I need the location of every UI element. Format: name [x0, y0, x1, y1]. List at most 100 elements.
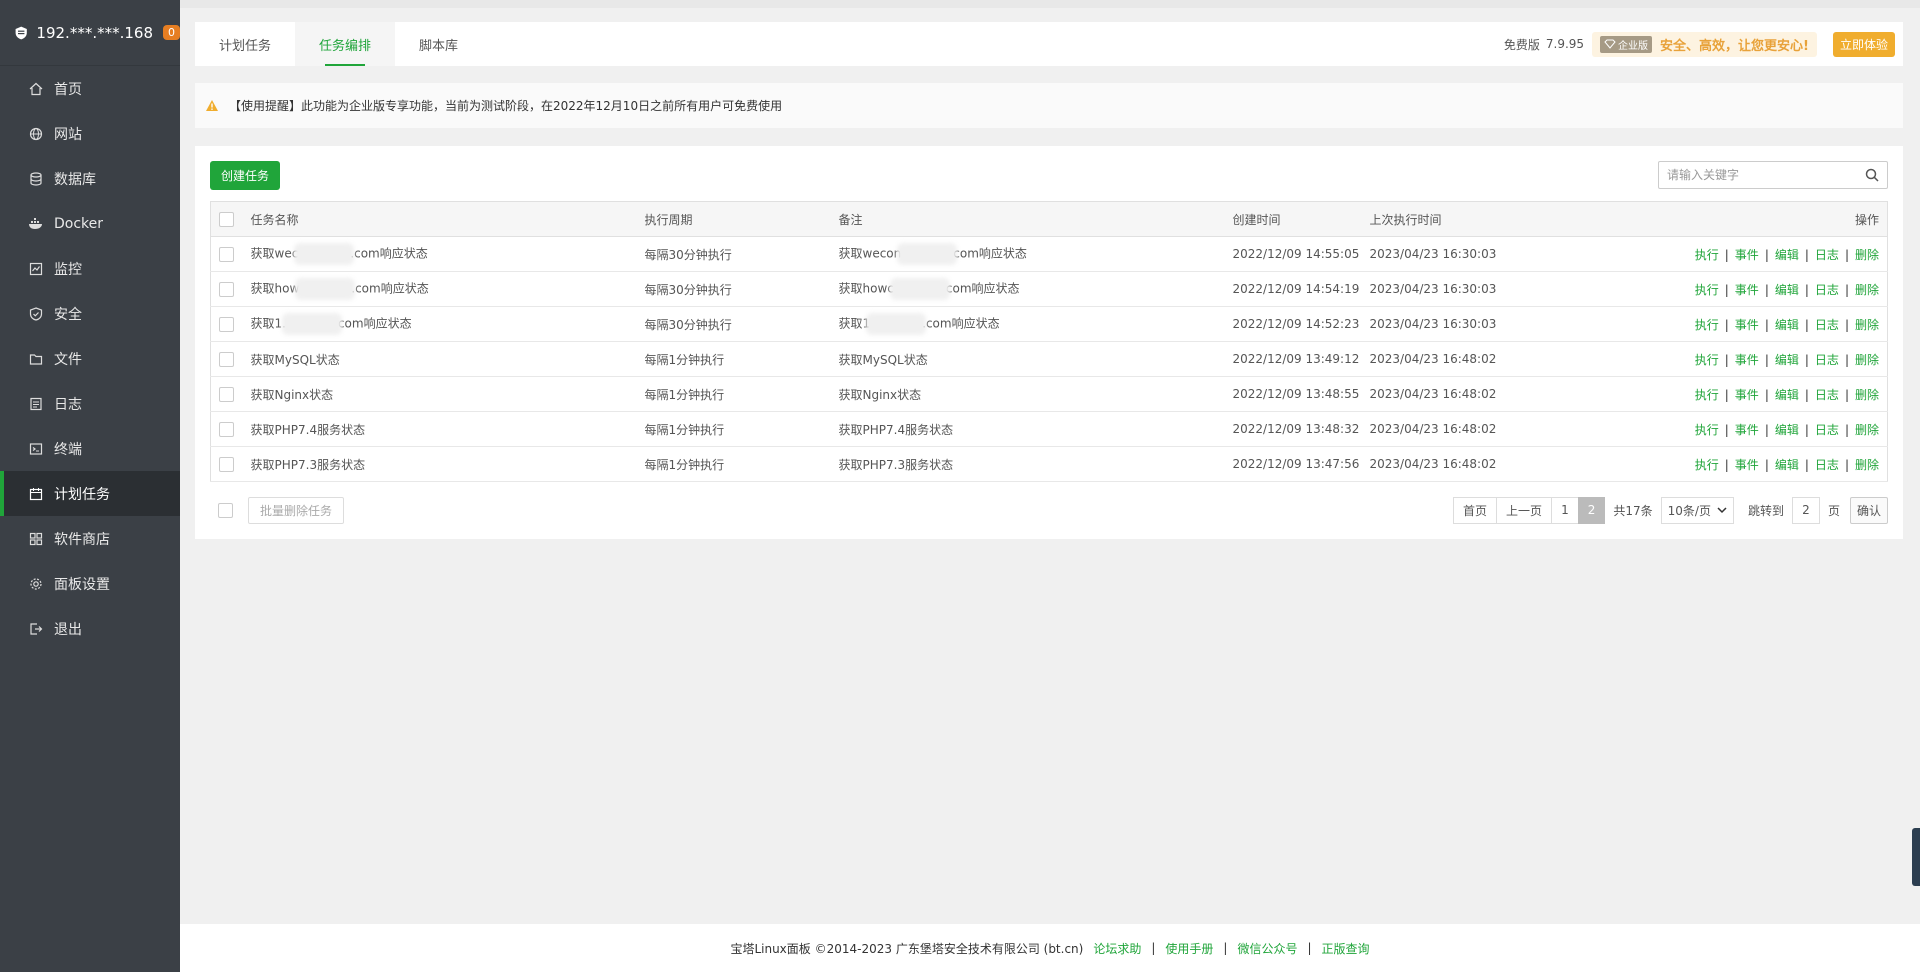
- sidebar-item-home[interactable]: 首页: [0, 66, 180, 111]
- row-checkbox[interactable]: [219, 456, 234, 472]
- op-events-link[interactable]: 事件: [1735, 388, 1759, 402]
- op-run-link[interactable]: 执行: [1695, 458, 1719, 472]
- try-now-button[interactable]: 立即体验: [1832, 31, 1895, 57]
- version-label[interactable]: 7.9.95: [1546, 37, 1584, 51]
- op-log-link[interactable]: 日志: [1815, 283, 1839, 297]
- sidebar-item-cron[interactable]: 计划任务: [0, 471, 180, 516]
- tab-script-library[interactable]: 脚本库: [395, 22, 482, 66]
- row-checkbox[interactable]: [219, 281, 234, 297]
- note-value: 获取wecon: [838, 246, 902, 261]
- sidebar-item-security[interactable]: 安全: [0, 291, 180, 336]
- op-edit-link[interactable]: 编辑: [1775, 458, 1799, 472]
- tab-task-orchestration[interactable]: 任务编排: [295, 22, 396, 66]
- sidebar-item-logout[interactable]: 退出: [0, 606, 180, 651]
- calendar-icon: [28, 486, 44, 502]
- goto-page-input[interactable]: 2: [1791, 496, 1820, 524]
- op-delete-link[interactable]: 删除: [1855, 423, 1879, 437]
- op-delete-link[interactable]: 删除: [1855, 388, 1879, 402]
- op-delete-link[interactable]: 删除: [1855, 318, 1879, 332]
- op-run-link[interactable]: 执行: [1695, 318, 1719, 332]
- op-run-link[interactable]: 执行: [1695, 353, 1719, 367]
- row-checkbox[interactable]: [219, 246, 234, 262]
- goto-confirm-button[interactable]: 确认: [1849, 496, 1888, 524]
- sidebar-item-monitor[interactable]: 监控: [0, 246, 180, 291]
- footer-link-wechat[interactable]: 微信公众号: [1237, 940, 1297, 957]
- op-log-link[interactable]: 日志: [1815, 388, 1839, 402]
- op-log-link[interactable]: 日志: [1815, 248, 1839, 262]
- op-log-link[interactable]: 日志: [1815, 423, 1839, 437]
- header-checkbox-cell: [210, 201, 251, 237]
- alert-count-badge[interactable]: 0: [163, 25, 180, 40]
- footer-link-forum[interactable]: 论坛求助: [1093, 940, 1141, 957]
- op-edit-link[interactable]: 编辑: [1775, 388, 1799, 402]
- op-delete-link[interactable]: 删除: [1855, 353, 1879, 367]
- sidebar-item-settings[interactable]: 面板设置: [0, 561, 180, 606]
- tab-cron-tasks[interactable]: 计划任务: [195, 22, 295, 66]
- row-checkbox[interactable]: [219, 386, 234, 402]
- pager-first[interactable]: 首页: [1453, 496, 1498, 524]
- cycle-cell: 每隔1分钟执行: [644, 341, 839, 377]
- op-log-link[interactable]: 日志: [1815, 318, 1839, 332]
- pager-page-2[interactable]: 2: [1577, 496, 1606, 524]
- search-icon[interactable]: [1865, 168, 1879, 182]
- pager-page-1[interactable]: 1: [1551, 496, 1579, 524]
- op-edit-link[interactable]: 编辑: [1775, 318, 1799, 332]
- footer-link-manual[interactable]: 使用手册: [1165, 940, 1213, 957]
- op-delete-link[interactable]: 删除: [1855, 248, 1879, 262]
- cycle-value: 每隔1分钟执行: [644, 352, 725, 367]
- sidebar-item-website[interactable]: 网站: [0, 111, 180, 156]
- sidebar-item-files[interactable]: 文件: [0, 336, 180, 381]
- op-edit-link[interactable]: 编辑: [1775, 353, 1799, 367]
- op-edit-link[interactable]: 编辑: [1775, 423, 1799, 437]
- per-page-select[interactable]: 10条/页: [1660, 496, 1734, 524]
- row-checkbox[interactable]: [219, 421, 234, 437]
- op-run-link[interactable]: 执行: [1695, 283, 1719, 297]
- footer-link-license[interactable]: 正版查询: [1322, 940, 1370, 957]
- note-value: 获取PHP7.4服务状态: [838, 422, 954, 437]
- redacted-blur: [897, 243, 958, 265]
- created-cell: 2022/12/09 14:55:05: [1232, 236, 1370, 272]
- table-header-row: 任务名称 执行周期 备注 创建时间 上次执行时间 操作: [210, 201, 1888, 237]
- op-events-link[interactable]: 事件: [1735, 458, 1759, 472]
- created-cell: 2022/12/09 13:48:55: [1232, 376, 1370, 412]
- select-all-checkbox[interactable]: [219, 211, 234, 227]
- op-log-link[interactable]: 日志: [1815, 458, 1839, 472]
- op-delete-link[interactable]: 删除: [1855, 283, 1879, 297]
- sidebar-item-logs[interactable]: 日志: [0, 381, 180, 426]
- op-run-link[interactable]: 执行: [1695, 423, 1719, 437]
- edition-label[interactable]: 免费版: [1504, 36, 1540, 53]
- row-checkbox-cell: [210, 411, 251, 447]
- goto-label: 跳转到: [1747, 503, 1784, 518]
- op-run-link[interactable]: 执行: [1695, 388, 1719, 402]
- op-edit-link[interactable]: 编辑: [1775, 283, 1799, 297]
- op-events-link[interactable]: 事件: [1735, 353, 1759, 367]
- op-events-link[interactable]: 事件: [1735, 283, 1759, 297]
- op-events-link[interactable]: 事件: [1735, 423, 1759, 437]
- op-edit-link[interactable]: 编辑: [1775, 248, 1799, 262]
- bulk-delete-button[interactable]: 批量删除任务: [248, 496, 345, 524]
- create-task-button[interactable]: 创建任务: [210, 161, 281, 190]
- ops-cell: 执行 | 事件 | 编辑 | 日志 | 删除: [1669, 376, 1888, 412]
- header-right: 免费版 7.9.95 企业版 安全、高效，让您更安心! 立即体验: [1504, 31, 1903, 57]
- search-input[interactable]: [1659, 162, 1849, 188]
- terminal-icon: [28, 441, 44, 457]
- pager-total: 共17条: [1613, 503, 1653, 518]
- op-events-link[interactable]: 事件: [1735, 248, 1759, 262]
- op-delete-link[interactable]: 删除: [1855, 458, 1879, 472]
- pager-prev[interactable]: 上一页: [1496, 496, 1553, 524]
- op-run-link[interactable]: 执行: [1695, 248, 1719, 262]
- sidebar-item-store[interactable]: 软件商店: [0, 516, 180, 561]
- table-row: 获取wec .com响应状态 每隔30分钟执行 获取wecon com响应状态 2022/…: [210, 236, 1888, 272]
- sidebar-item-database[interactable]: 数据库: [0, 156, 180, 201]
- sidebar-menu: 首页 网站 数据库 Docker 监控 安全 文件 日志 终端 计划任务 软件商…: [0, 66, 180, 651]
- op-events-link[interactable]: 事件: [1735, 318, 1759, 332]
- side-widget[interactable]: [1912, 828, 1920, 886]
- row-checkbox[interactable]: [219, 351, 234, 367]
- sidebar-item-label: 退出: [54, 621, 82, 638]
- enterprise-promo[interactable]: 企业版 安全、高效，让您更安心!: [1592, 31, 1817, 57]
- bulk-select-checkbox[interactable]: [218, 502, 233, 518]
- sidebar-item-terminal[interactable]: 终端: [0, 426, 180, 471]
- sidebar-item-docker[interactable]: Docker: [0, 201, 180, 246]
- row-checkbox[interactable]: [219, 316, 234, 332]
- op-log-link[interactable]: 日志: [1815, 353, 1839, 367]
